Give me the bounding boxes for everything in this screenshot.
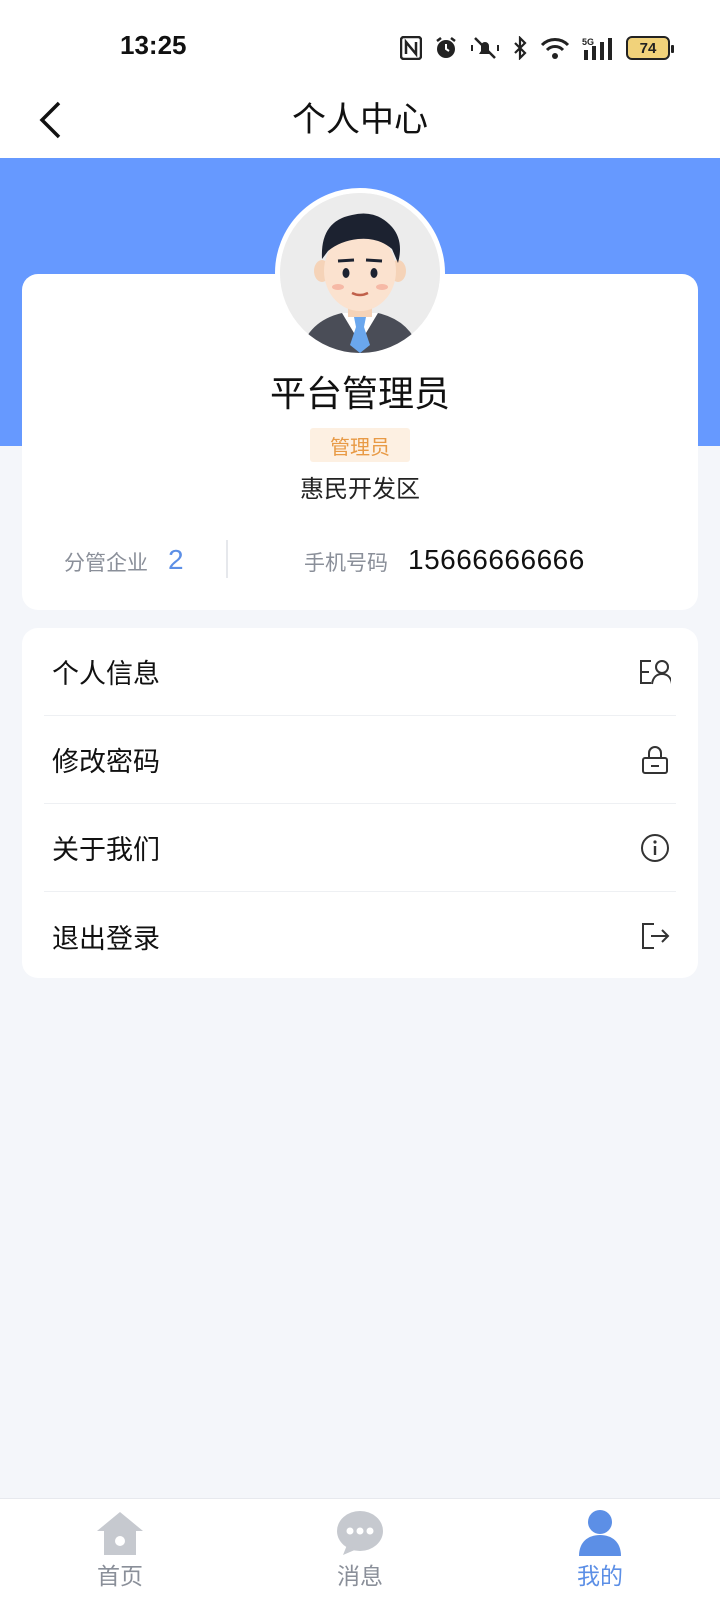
managed-company-count: 2 <box>168 544 184 575</box>
status-time: 13:25 <box>120 30 187 60</box>
menu-item-label: 修改密码 <box>52 747 160 778</box>
lock-icon <box>638 743 672 777</box>
alarm-icon <box>434 36 458 60</box>
phone-label: 手机号码 <box>304 551 388 575</box>
battery-indicator: 74 <box>626 36 674 60</box>
nav-header: 个人中心 <box>0 80 720 160</box>
signal-5g-icon: 5G <box>582 36 614 60</box>
menu-item-personal-info[interactable]: 个人信息 <box>44 628 676 716</box>
user-profile-icon <box>638 655 672 689</box>
tab-mine[interactable]: 我的 <box>540 1507 660 1597</box>
menu-item-logout[interactable]: 退出登录 <box>44 892 676 980</box>
wifi-icon <box>540 36 570 60</box>
district-label: 惠民开发区 <box>300 475 420 503</box>
svg-text:5G: 5G <box>582 37 594 47</box>
status-icons: 5G 74 <box>400 32 674 64</box>
menu-item-label: 退出登录 <box>52 923 160 955</box>
home-icon <box>94 1507 146 1559</box>
phone-value: 15666666666 <box>408 544 585 575</box>
tab-label: 消息 <box>337 1564 383 1590</box>
info-icon <box>638 831 672 865</box>
person-icon <box>574 1507 626 1559</box>
tab-bar: 首页 消息 我的 <box>0 1498 720 1600</box>
user-name: 平台管理员 <box>269 374 450 415</box>
menu-item-label: 个人信息 <box>52 659 160 690</box>
tab-messages[interactable]: 消息 <box>300 1507 420 1597</box>
tab-home[interactable]: 首页 <box>60 1507 180 1597</box>
avatar <box>275 188 445 358</box>
stat-divider <box>226 540 228 578</box>
nfc-icon <box>400 36 422 60</box>
menu-item-change-password[interactable]: 修改密码 <box>44 716 676 804</box>
page-title: 个人中心 <box>292 100 428 140</box>
menu-item-label: 关于我们 <box>52 835 160 866</box>
menu-card: 个人信息 修改密码 关于我们 退出登录 <box>22 628 698 978</box>
role-badge: 管理员 <box>310 428 410 462</box>
message-icon <box>334 1507 386 1559</box>
tab-label: 首页 <box>97 1564 143 1590</box>
bluetooth-icon <box>512 36 528 60</box>
mute-icon <box>470 36 500 60</box>
tab-label: 我的 <box>577 1564 623 1590</box>
managed-company-label: 分管企业 <box>64 551 148 575</box>
menu-item-about-us[interactable]: 关于我们 <box>44 804 676 892</box>
logout-icon <box>638 919 672 953</box>
